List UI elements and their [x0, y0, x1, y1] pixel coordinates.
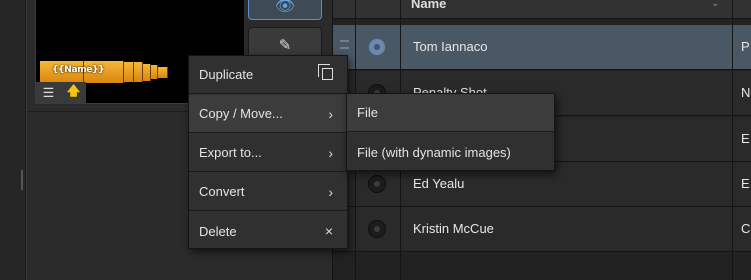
submenu-item-label: File: [357, 105, 378, 120]
left-strip: [0, 0, 26, 280]
chevron-right-icon: ›: [328, 145, 333, 161]
row-name: Tom Iannaco: [413, 39, 488, 54]
row-extra: P: [741, 39, 750, 54]
resize-grip[interactable]: [21, 170, 23, 190]
row-name: Kristin McCue: [413, 221, 494, 236]
menu-item-label: Export to...: [199, 145, 262, 160]
menu-item-label: Delete: [199, 223, 237, 239]
row-extra: N: [741, 85, 751, 100]
menu-item-export[interactable]: Export to... ›: [189, 134, 347, 172]
brush-icon: ✎: [278, 37, 292, 54]
eye-icon: 👁: [274, 0, 296, 15]
row-name: Ed Yealu: [413, 176, 465, 191]
drag-handle-icon[interactable]: [340, 40, 349, 49]
row-radio[interactable]: [368, 38, 386, 56]
column-header-name[interactable]: Name: [411, 0, 446, 11]
submenu-item-file[interactable]: File: [347, 94, 554, 132]
column-divider: [732, 0, 733, 280]
menu-item-label: Copy / Move...: [199, 106, 283, 121]
thumbnail-text: {{Name}}: [52, 65, 105, 75]
row-extra: E: [741, 176, 750, 191]
table-row[interactable]: Tom Iannaco P: [333, 25, 751, 70]
table-header: Name ⌄: [333, 0, 751, 19]
chevron-right-icon: ›: [328, 184, 333, 200]
table-row[interactable]: Kristin McCue C: [333, 207, 751, 252]
list-icon[interactable]: ☰: [36, 82, 61, 103]
menu-item-duplicate[interactable]: Duplicate: [189, 56, 347, 94]
context-menu: Duplicate Copy / Move... › Export to... …: [188, 55, 348, 249]
row-radio[interactable]: [368, 175, 386, 193]
copy-move-submenu: File File (with dynamic images): [346, 93, 555, 171]
submenu-item-file-dynamic[interactable]: File (with dynamic images): [347, 133, 554, 171]
submenu-item-label: File (with dynamic images): [357, 144, 511, 160]
row-extra: C: [741, 221, 751, 236]
sort-icon[interactable]: ⌄: [711, 0, 719, 9]
close-icon: ×: [324, 223, 333, 239]
arrow-up-icon[interactable]: 🡅: [61, 82, 86, 103]
copy-icon: [318, 64, 333, 80]
thumbnail-toolbar: ☰ 🡅: [36, 82, 86, 103]
menu-item-copy-move[interactable]: Copy / Move... ›: [189, 95, 347, 133]
preview-button[interactable]: 👁: [248, 0, 322, 20]
chevron-right-icon: ›: [328, 106, 333, 122]
menu-item-label: Convert: [199, 184, 245, 199]
row-radio[interactable]: [368, 220, 386, 238]
menu-item-convert[interactable]: Convert ›: [189, 173, 347, 211]
row-extra: E: [741, 131, 750, 146]
menu-item-delete[interactable]: Delete ×: [189, 212, 347, 250]
menu-item-label: Duplicate: [199, 67, 254, 82]
